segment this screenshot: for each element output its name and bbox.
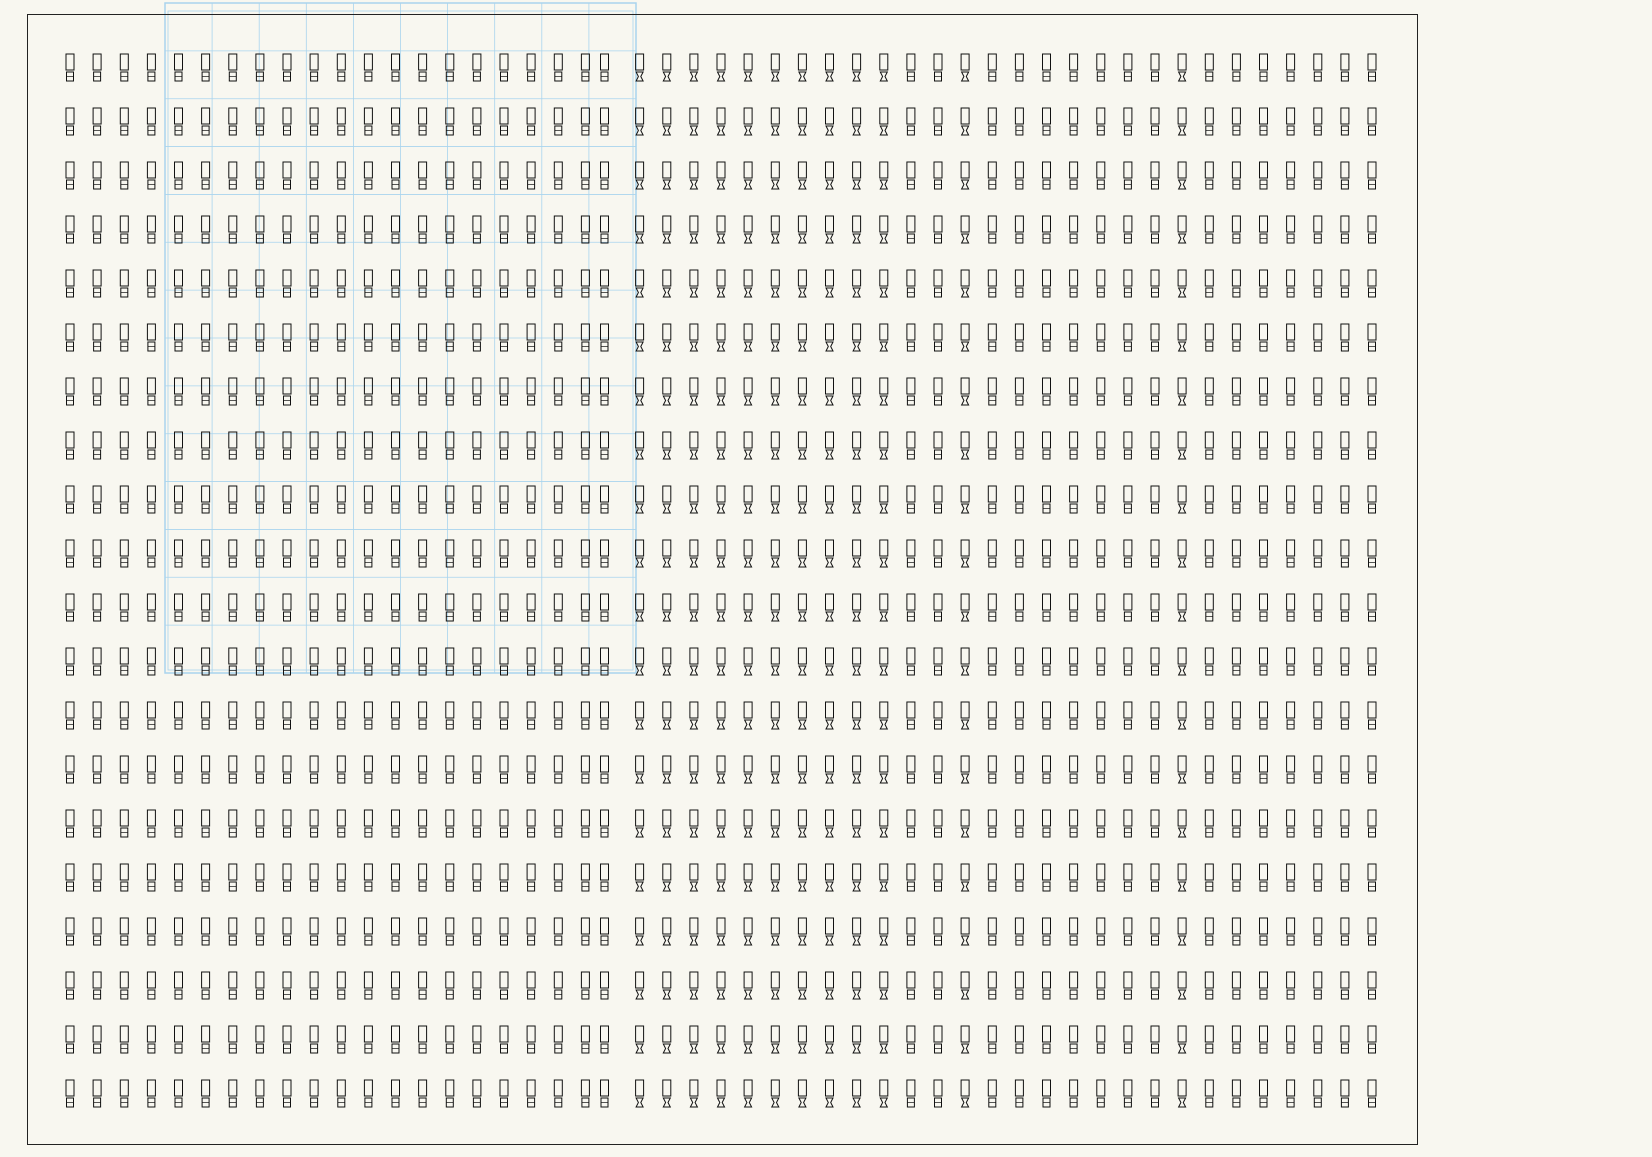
drawing-canvas xyxy=(0,0,1652,1157)
